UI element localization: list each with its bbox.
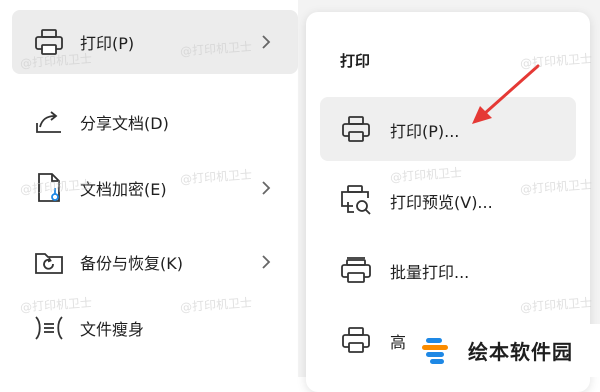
chevron-right-icon bbox=[258, 254, 274, 270]
chevron-right-icon bbox=[258, 180, 274, 196]
menu-item-label: 文件瘦身 bbox=[80, 320, 145, 339]
share-icon bbox=[32, 105, 66, 139]
submenu-item-label: 打印预览(V)... bbox=[390, 193, 493, 212]
menu-item-label: 分享文档(D) bbox=[80, 114, 169, 133]
compress-icon bbox=[32, 311, 66, 345]
printer-icon bbox=[338, 322, 374, 358]
menu-item-label: 备份与恢复(K) bbox=[80, 254, 183, 273]
submenu-title: 打印 bbox=[340, 52, 371, 70]
menu-item-share[interactable]: 分享文档(D) bbox=[12, 90, 298, 154]
menu-item-backup[interactable]: 备份与恢复(K) bbox=[12, 230, 298, 294]
brand-mark-icon bbox=[422, 336, 458, 366]
print-preview-icon bbox=[338, 182, 374, 218]
brand-logo: 绘本软件园 bbox=[408, 324, 600, 377]
submenu-item-label: 高 bbox=[390, 333, 407, 352]
batch-print-icon bbox=[338, 252, 374, 288]
brand-name: 绘本软件园 bbox=[468, 340, 573, 364]
submenu-item-print[interactable]: 打印(P)... bbox=[320, 97, 576, 161]
chevron-right-icon bbox=[258, 34, 274, 50]
submenu-item-batch-print[interactable]: 批量打印... bbox=[320, 238, 576, 302]
backup-folder-icon bbox=[32, 245, 66, 279]
menu-item-label: 文档加密(E) bbox=[80, 180, 167, 199]
printer-icon bbox=[338, 111, 374, 147]
submenu-item-label: 打印(P)... bbox=[390, 122, 460, 141]
submenu-item-label: 批量打印... bbox=[390, 263, 470, 282]
